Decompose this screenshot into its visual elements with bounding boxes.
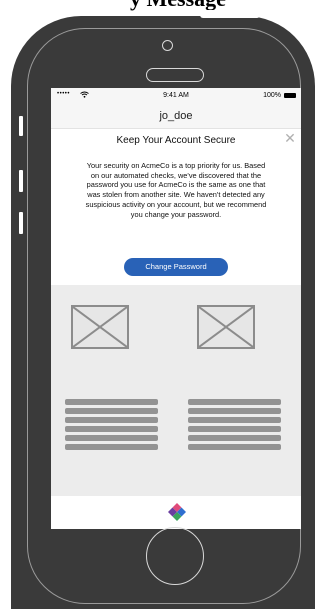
mute-switch (19, 116, 23, 136)
content-area (51, 285, 301, 496)
alert-body-text: Your security on AcmeCo is a top priorit… (85, 161, 267, 219)
change-password-button[interactable]: Change Password (124, 258, 228, 276)
volume-up-button (19, 170, 23, 192)
app-logo-icon[interactable] (168, 503, 186, 521)
username-title: jo_doe (159, 110, 193, 122)
text-placeholder-line (188, 444, 281, 450)
text-placeholder-line (188, 399, 281, 405)
text-placeholder-line (188, 408, 281, 414)
text-placeholder-line (65, 444, 158, 450)
top-tab (200, 10, 260, 18)
bottom-bar (51, 496, 301, 529)
text-placeholder-line (65, 417, 158, 423)
close-icon[interactable]: ✕ (283, 131, 297, 145)
text-placeholder-line (65, 408, 158, 414)
battery-percentage: 100% (263, 92, 281, 99)
battery-icon (284, 93, 296, 98)
status-bar: ••••• 9:41 AM 100% (51, 88, 301, 104)
text-placeholder-line (188, 417, 281, 423)
alert-heading: Keep Your Account Secure (116, 135, 236, 146)
text-placeholder-line (65, 426, 158, 432)
image-placeholder-icon (71, 305, 129, 349)
security-alert-panel: Keep Your Account Secure ✕ Your security… (51, 129, 301, 285)
phone-screen: ••••• 9:41 AM 100% jo_doe Keep Your Acco… (51, 88, 301, 529)
text-placeholder-line (65, 435, 158, 441)
front-camera-icon (162, 40, 173, 51)
navigation-bar: jo_doe (51, 104, 301, 129)
earpiece-speaker (146, 68, 204, 82)
home-button[interactable] (146, 527, 204, 585)
text-placeholder-line (188, 426, 281, 432)
text-placeholder-line (188, 435, 281, 441)
volume-down-button (19, 212, 23, 234)
text-placeholder-line (65, 399, 158, 405)
caption: y Message (0, 0, 326, 14)
image-placeholder-icon (197, 305, 255, 349)
